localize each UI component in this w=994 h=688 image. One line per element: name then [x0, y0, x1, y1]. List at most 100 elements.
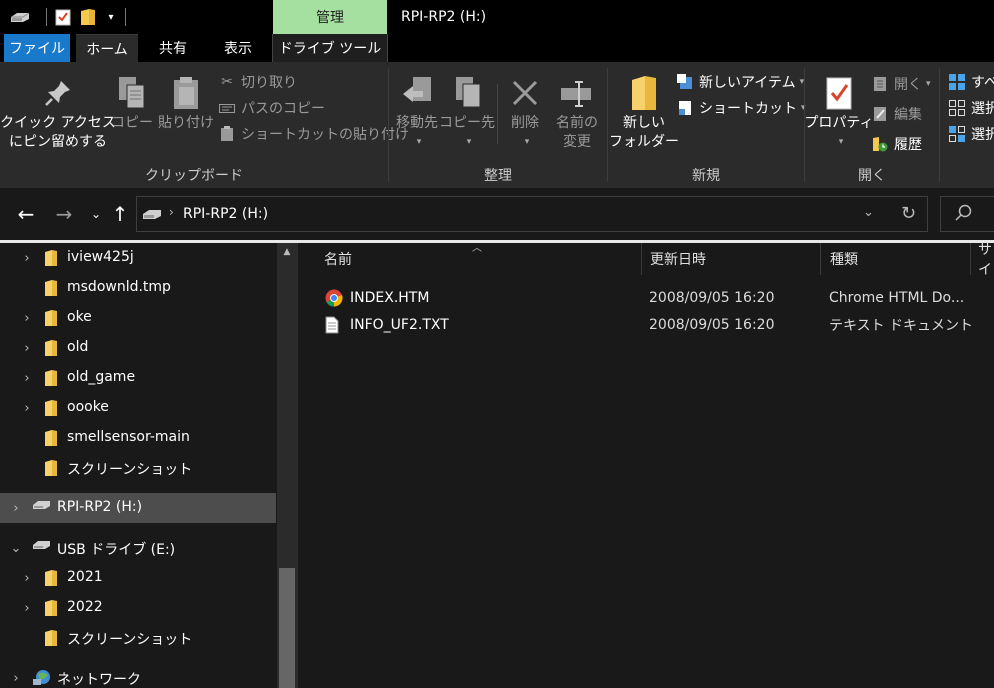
- shortcut-label: ショートカット: [699, 101, 797, 117]
- file-row[interactable]: INDEX.HTM 2008/09/05 16:20 Chrome HTML Do.…: [298, 285, 994, 311]
- file-row[interactable]: INFO_UF2.TXT 2008/09/05 16:20 テキスト ドキュメント: [298, 312, 994, 338]
- paste-button[interactable]: 貼り付け: [158, 72, 214, 133]
- chevron-down-icon[interactable]: ⌄: [9, 541, 23, 556]
- new-folder-button[interactable]: 新しい フォルダー: [609, 72, 679, 152]
- tree-item[interactable]: › iview425j: [0, 243, 276, 273]
- tree-item-label: old: [67, 339, 89, 355]
- breadcrumb[interactable]: RPI-RP2 (H:): [183, 197, 268, 231]
- move-to-button[interactable]: 移動先 ▾: [393, 72, 441, 152]
- chevron-right-icon[interactable]: ›: [20, 251, 34, 266]
- search-input[interactable]: [940, 196, 994, 232]
- copy-path-button[interactable]: パスのコピー: [218, 96, 325, 120]
- tree-item-label: RPI-RP2 (H:): [57, 499, 143, 515]
- edit-button[interactable]: 編集: [871, 102, 922, 126]
- column-header-name[interactable]: 名前: [324, 243, 352, 275]
- tab-share[interactable]: 共有: [145, 34, 201, 62]
- column-separator[interactable]: [970, 243, 971, 275]
- address-dropdown-icon[interactable]: ⌄: [863, 205, 874, 220]
- new-folder-icon: [629, 72, 659, 114]
- tree-item[interactable]: msdownld.tmp: [0, 273, 276, 303]
- tree-item[interactable]: ⌄ USB ドライブ (E:): [0, 533, 276, 563]
- folder-icon: [44, 369, 58, 387]
- properties-icon[interactable]: [53, 0, 73, 34]
- history-label: 履歴: [894, 137, 922, 153]
- cut-button[interactable]: ✂ 切り取り: [218, 70, 297, 94]
- organize-group-label: 整理: [484, 168, 512, 184]
- tree-item-label: smellsensor-main: [67, 429, 190, 445]
- shortcut-button[interactable]: ショートカット ▾: [676, 96, 806, 120]
- quick-access-toolbar: ▾: [0, 0, 132, 34]
- column-header-type[interactable]: 種類: [830, 243, 858, 275]
- rename-button[interactable]: 名前の 変更: [551, 72, 603, 152]
- tab-view[interactable]: 表示: [212, 34, 264, 62]
- tree-item[interactable]: › 2021: [0, 563, 276, 593]
- tree-item[interactable]: › old: [0, 333, 276, 363]
- tree-item-label: ネットワーク: [57, 672, 141, 688]
- chevron-right-icon[interactable]: ›: [20, 571, 34, 586]
- folder-icon: [44, 569, 58, 587]
- tab-manage[interactable]: 管理: [273, 0, 387, 34]
- refresh-icon[interactable]: ↻: [901, 203, 916, 224]
- drive-icon[interactable]: [0, 0, 40, 34]
- tree-item[interactable]: › oke: [0, 303, 276, 333]
- up-arrow-icon[interactable]: ↑: [108, 202, 132, 226]
- select-all-button[interactable]: すべ: [948, 70, 994, 94]
- copy-to-button[interactable]: コピー先 ▾: [439, 72, 495, 152]
- breadcrumb-chevron-icon[interactable]: ›: [169, 205, 174, 219]
- tree-item[interactable]: › old_game: [0, 363, 276, 393]
- scroll-up-icon[interactable]: ▲: [277, 247, 297, 261]
- chevron-right-icon[interactable]: ›: [20, 371, 34, 386]
- navigation-scrollbar[interactable]: ▲: [277, 243, 297, 688]
- column-separator[interactable]: [820, 243, 821, 275]
- new-item-label: 新しいアイテム: [699, 75, 796, 91]
- tree-item[interactable]: スクリーンショット: [0, 453, 276, 483]
- new-folder-label-2: フォルダー: [609, 134, 679, 150]
- chevron-right-icon[interactable]: ›: [20, 341, 34, 356]
- select-none-button[interactable]: 選択: [948, 96, 994, 120]
- folder-icon: [44, 429, 58, 447]
- file-modified: 2008/09/05 16:20: [649, 317, 775, 333]
- tree-item-label: スクリーンショット: [67, 632, 193, 648]
- invert-selection-button[interactable]: 選択: [948, 122, 994, 146]
- scrollbar-thumb[interactable]: [279, 568, 295, 688]
- chevron-right-icon[interactable]: ›: [20, 311, 34, 326]
- copy-path-icon: [218, 99, 236, 117]
- column-header-size[interactable]: サイ: [978, 242, 994, 278]
- delete-dropdown-icon: ▾: [524, 137, 530, 147]
- tree-item[interactable]: › ネットワーク: [0, 663, 276, 688]
- tree-item[interactable]: smellsensor-main: [0, 423, 276, 453]
- tree-item[interactable]: スクリーンショット: [0, 623, 276, 653]
- chevron-right-icon[interactable]: ›: [20, 601, 34, 616]
- history-button[interactable]: 履歴: [871, 132, 922, 156]
- pin-quick-access-button[interactable]: クイック アクセス にピン留めする: [0, 72, 116, 152]
- tab-home[interactable]: ホーム: [76, 34, 138, 62]
- tree-item[interactable]: › RPI-RP2 (H:): [0, 493, 276, 523]
- paste-shortcut-button[interactable]: ショートカットの貼り付け: [218, 122, 409, 146]
- drive-icon: [32, 499, 52, 511]
- chevron-right-icon[interactable]: ›: [9, 671, 23, 686]
- copy-button[interactable]: コピー: [110, 72, 154, 133]
- tree-item[interactable]: › 2022: [0, 593, 276, 623]
- new-item-button[interactable]: 新しいアイテム ▾: [676, 70, 804, 94]
- navigation-pane: › iview425j msdownld.tmp › oke › old › old_game ›…: [0, 243, 298, 688]
- chevron-right-icon[interactable]: ›: [20, 401, 34, 416]
- properties-button[interactable]: プロパティ ▾: [804, 72, 874, 152]
- column-header-modified[interactable]: 更新日時: [650, 243, 706, 275]
- forward-arrow-icon[interactable]: →: [52, 202, 76, 226]
- open-button[interactable]: 開く ▾: [871, 72, 931, 96]
- back-arrow-icon[interactable]: ←: [14, 202, 38, 226]
- tab-file[interactable]: ファイル: [4, 34, 70, 62]
- tree-item[interactable]: › oooke: [0, 393, 276, 423]
- new-item-icon: [676, 73, 694, 91]
- chevron-right-icon[interactable]: ›: [9, 501, 23, 516]
- recent-locations-chevron-icon[interactable]: ⌄: [84, 202, 108, 226]
- column-separator[interactable]: [641, 243, 642, 275]
- clipboard-group: クイック アクセス にピン留めする コピー 貼り付け ✂ 切り取り パスのコピー…: [0, 62, 409, 188]
- new-folder-icon[interactable]: [73, 0, 103, 34]
- address-bar[interactable]: › RPI-RP2 (H:) ⌄ ↻: [136, 196, 928, 232]
- customize-qat-icon[interactable]: ▾: [103, 0, 119, 34]
- title-bar: ▾ 管理 RPI-RP2 (H:): [0, 0, 994, 34]
- clipboard-group-label: クリップボード: [145, 168, 243, 184]
- delete-button[interactable]: 削除 ▾: [503, 72, 547, 152]
- tab-drive-tools[interactable]: ドライブ ツール: [272, 34, 388, 62]
